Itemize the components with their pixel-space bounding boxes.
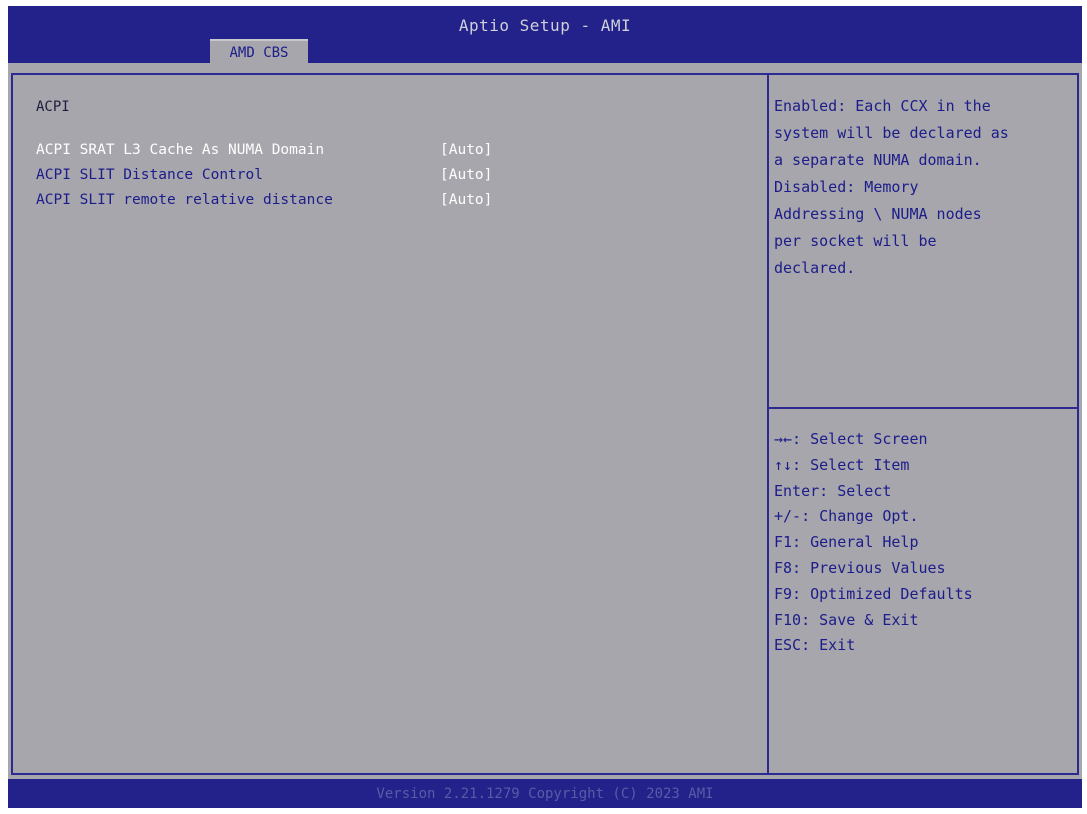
key-hint-optimized-defaults: F9: Optimized Defaults: [774, 584, 973, 603]
help-line: a separate NUMA domain.: [774, 151, 982, 169]
setting-slit-remote-distance[interactable]: ACPI SLIT remote relative distance [Auto…: [36, 188, 492, 213]
settings-panel: ACPI ACPI SRAT L3 Cache As NUMA Domain […: [36, 96, 492, 213]
key-legend: →←: Select Screen ↑↓: Select Item Enter:…: [774, 427, 1074, 659]
window-title: Aptio Setup - AMI: [458, 16, 632, 35]
help-line: declared.: [774, 259, 856, 277]
help-text: Enabled: Each CCX in the system will be …: [774, 93, 1074, 282]
help-line: Disabled: Memory: [774, 178, 919, 196]
help-line: system will be declared as: [774, 124, 1009, 142]
setting-label: ACPI SLIT Distance Control: [36, 167, 263, 183]
help-line: Enabled: Each CCX in the: [774, 97, 991, 115]
content-area: ACPI ACPI SRAT L3 Cache As NUMA Domain […: [8, 63, 1082, 779]
key-hint-select-item: ↑↓: Select Item: [774, 455, 910, 474]
key-hint-exit: ESC: Exit: [774, 636, 856, 655]
key-hint-enter: Enter: Select: [774, 481, 892, 500]
key-hint-change-opt: +/-: Change Opt.: [774, 507, 919, 526]
key-hint-general-help: F1: General Help: [774, 533, 919, 552]
footer-bar: Version 2.21.1279 Copyright (C) 2023 AMI: [8, 779, 1082, 808]
bios-screen: Aptio Setup - AMI AMD CBS ACPI ACPI SRAT…: [8, 6, 1082, 808]
key-hint-save-exit: F10: Save & Exit: [774, 610, 919, 629]
setting-label: ACPI SLIT remote relative distance: [36, 192, 333, 208]
section-title: ACPI: [36, 99, 70, 115]
horizontal-divider: [769, 407, 1079, 409]
help-line: per socket will be: [774, 232, 937, 250]
version-text: Version 2.21.1279 Copyright (C) 2023 AMI: [376, 785, 714, 802]
title-bar: Aptio Setup - AMI AMD CBS: [8, 6, 1082, 65]
setting-srat-l3-cache-numa[interactable]: ACPI SRAT L3 Cache As NUMA Domain [Auto]: [36, 138, 492, 163]
setting-value[interactable]: [Auto]: [440, 163, 492, 188]
tab-amd-cbs[interactable]: AMD CBS: [210, 39, 308, 65]
setting-slit-distance-control[interactable]: ACPI SLIT Distance Control [Auto]: [36, 163, 492, 188]
help-line: Addressing \ NUMA nodes: [774, 205, 982, 223]
setting-value[interactable]: [Auto]: [440, 188, 492, 213]
setting-label: ACPI SRAT L3 Cache As NUMA Domain: [36, 142, 325, 158]
vertical-divider: [767, 73, 769, 775]
key-hint-previous-values: F8: Previous Values: [774, 558, 946, 577]
settings-list: ACPI SRAT L3 Cache As NUMA Domain [Auto]…: [36, 138, 492, 213]
setting-value[interactable]: [Auto]: [440, 138, 492, 163]
key-hint-select-screen: →←: Select Screen: [774, 430, 928, 448]
